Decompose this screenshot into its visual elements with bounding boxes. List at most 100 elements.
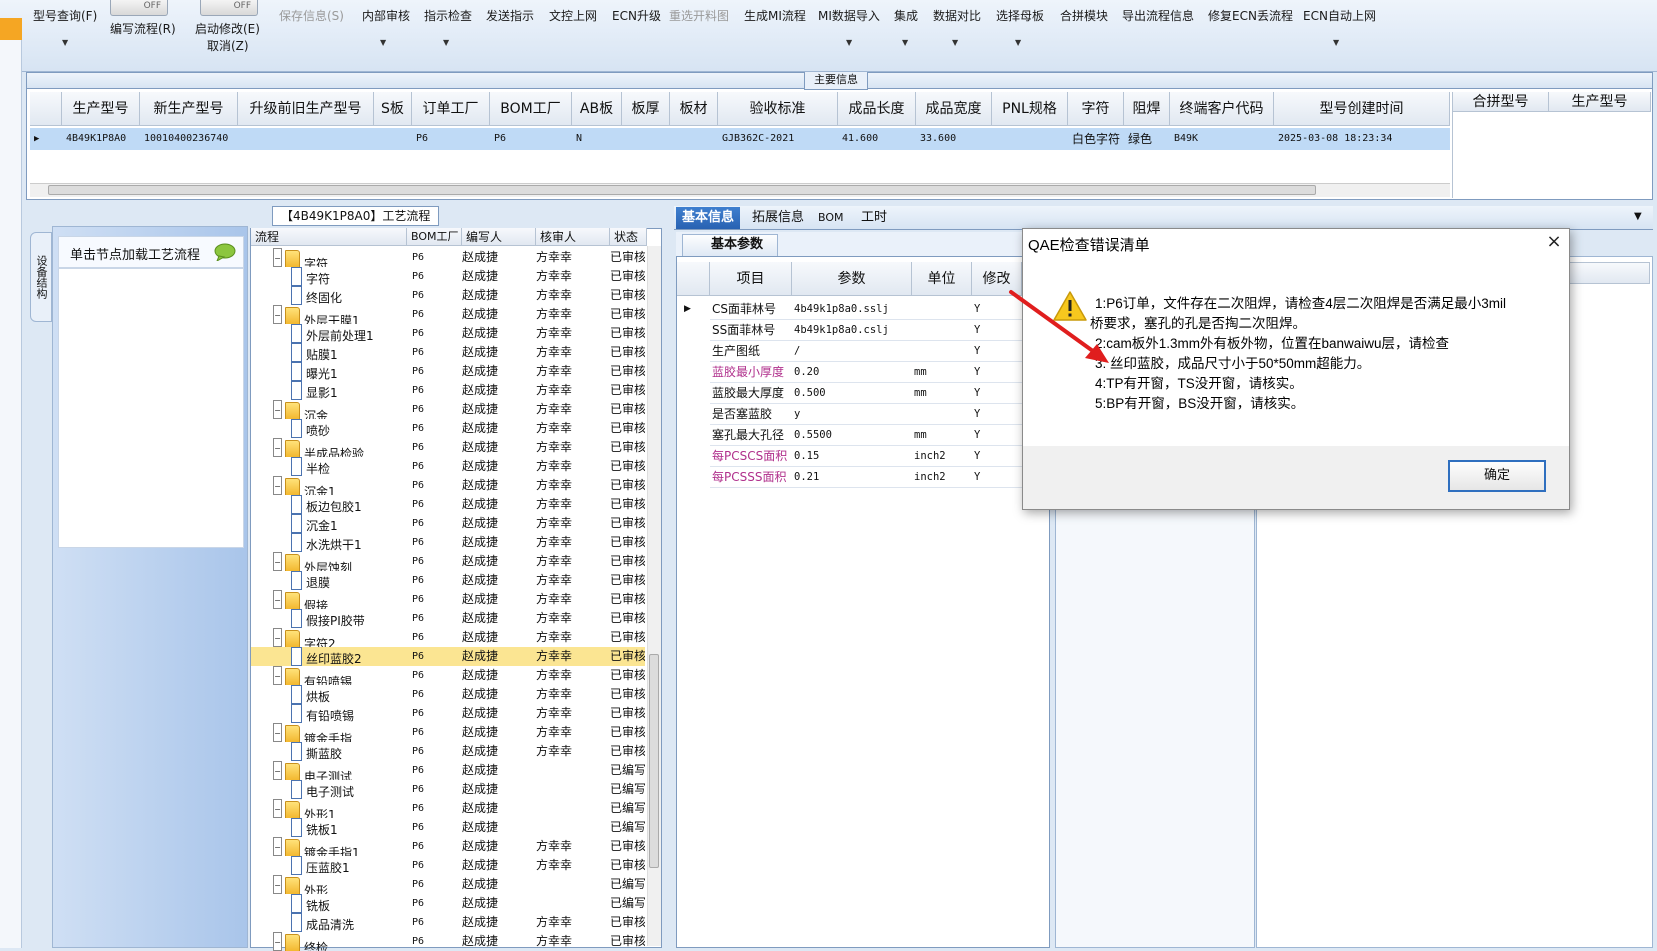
write-process-button[interactable]: 编写流程(R) [110, 20, 176, 37]
tree-row[interactable]: − 沉金1 P6 赵成捷 方幸幸 已审核 [251, 476, 645, 495]
toggle-switch-off-2[interactable]: OFF [200, 0, 258, 16]
param-row[interactable]: 蓝胶最小厚度 0.20 mm Y [710, 361, 1050, 383]
subtab-basic-params[interactable]: 基本参数 [682, 234, 779, 256]
tree-row[interactable]: 铣板1 P6 赵成捷 已编写 [251, 818, 645, 837]
col-header[interactable]: S板 [374, 92, 412, 126]
param-row[interactable]: 是否塞蓝胶 y Y [710, 403, 1050, 425]
col-header[interactable]: 生产型号 [62, 92, 140, 126]
param-row[interactable]: CS面菲林号 4b49k1p8a0.sslj Y [710, 298, 1050, 320]
col-header[interactable]: 验收标准 [718, 92, 838, 126]
merge-module-button[interactable]: 合拼模块 [1060, 7, 1108, 24]
tree-row[interactable]: 压蓝胶1 P6 赵成捷 方幸幸 已审核 [251, 856, 645, 875]
ecn-auto-online-button[interactable]: ECN自动上网 [1303, 7, 1376, 24]
tree-row[interactable]: − 外层蚀刻 P6 赵成捷 方幸幸 已审核 [251, 552, 645, 571]
table-cell[interactable]: 绿色 [1124, 128, 1170, 150]
table-cell[interactable]: B49K [1170, 128, 1274, 150]
tree-row[interactable]: − 外形1 P6 赵成捷 已编写 [251, 799, 645, 818]
chevron-down-icon[interactable]: ▼ [902, 38, 908, 47]
table-cell[interactable]: P6 [490, 128, 572, 150]
table-cell[interactable]: N [572, 128, 622, 150]
tab-bom[interactable]: BOM [812, 207, 850, 229]
param-col-header[interactable]: 参数 [792, 262, 912, 296]
data-compare-button[interactable]: 数据对比 [933, 7, 981, 24]
collapse-icon[interactable]: − [273, 932, 282, 951]
tree-row[interactable]: 铣板 P6 赵成捷 已编写 [251, 894, 645, 913]
tree-col-header[interactable]: 状态 [610, 228, 647, 246]
internal-audit-button[interactable]: 内部审核 [362, 7, 410, 24]
col-header[interactable]: 板材 [670, 92, 718, 126]
tree-row[interactable]: 成品清洗 P6 赵成捷 方幸幸 已审核 [251, 913, 645, 932]
instruction-check-button[interactable]: 指示检查 [424, 7, 472, 24]
tree-row[interactable]: 水洗烘干1 P6 赵成捷 方幸幸 已审核 [251, 533, 645, 552]
col-header[interactable]: 板厚 [622, 92, 670, 126]
table-cell[interactable]: P6 [412, 128, 490, 150]
tree-row[interactable]: − 假接 P6 赵成捷 方幸幸 已审核 [251, 590, 645, 609]
tree-row[interactable]: 半检 P6 赵成捷 方幸幸 已审核 [251, 457, 645, 476]
table-cell[interactable]: 33.600 [916, 128, 992, 150]
tree-row[interactable]: − 镀金手指 P6 赵成捷 方幸幸 已审核 [251, 723, 645, 742]
tree-col-header[interactable]: 流程 [251, 228, 407, 246]
tree-row[interactable]: − 镀金手指1 P6 赵成捷 方幸幸 已审核 [251, 837, 645, 856]
table-cell[interactable] [670, 128, 718, 150]
ok-button[interactable]: 确定 [1448, 460, 1546, 492]
tree-row[interactable]: 电子测试 P6 赵成捷 已编写 [251, 780, 645, 799]
send-instruction-button[interactable]: 发送指示 [486, 7, 534, 24]
tree-row[interactable]: 终固化 P6 赵成捷 方幸幸 已审核 [251, 286, 645, 305]
param-value[interactable]: 0.5500 [794, 424, 912, 446]
param-value[interactable]: 4b49k1p8a0.cslj [794, 319, 912, 341]
chevron-down-icon[interactable]: ▼ [1333, 38, 1339, 47]
param-modify[interactable]: Y [974, 466, 1014, 488]
scrollbar-thumb[interactable] [48, 185, 1316, 195]
tree-row[interactable]: 烘板 P6 赵成捷 方幸幸 已审核 [251, 685, 645, 704]
tree-row[interactable]: − 沉金 P6 赵成捷 方幸幸 已审核 [251, 400, 645, 419]
tree-row[interactable]: 撕蓝胶 P6 赵成捷 方幸幸 已审核 [251, 742, 645, 761]
chevron-down-icon[interactable]: ▼ [1015, 38, 1021, 47]
collapse-icon[interactable]: − [273, 875, 282, 894]
param-row[interactable]: SS面菲林号 4b49k1p8a0.cslj Y [710, 319, 1050, 341]
col-header[interactable]: 订单工厂 [412, 92, 490, 126]
param-col-header[interactable]: 项目 [710, 262, 792, 296]
tree-col-header[interactable]: 编写人 [462, 228, 536, 246]
tree-row[interactable]: 丝印蓝胶2 P6 赵成捷 方幸幸 已审核 [251, 647, 645, 666]
chevron-down-icon[interactable]: ▼ [62, 38, 68, 47]
start-edit-button[interactable]: 启动修改(E) [195, 20, 260, 37]
param-value[interactable]: / [794, 340, 912, 362]
chevron-down-icon[interactable]: ▼ [443, 38, 449, 47]
tree-row[interactable]: − 字符 P6 赵成捷 方幸幸 已审核 [251, 248, 645, 267]
fix-ecn-lost-process-button[interactable]: 修复ECN丢流程 [1208, 7, 1293, 24]
param-modify[interactable]: Y [974, 382, 1014, 404]
tree-row[interactable]: 贴膜1 P6 赵成捷 方幸幸 已审核 [251, 343, 645, 362]
collapse-icon[interactable]: − [273, 761, 282, 780]
tree-row[interactable]: 板边包胶1 P6 赵成捷 方幸幸 已审核 [251, 495, 645, 514]
param-modify[interactable]: Y [974, 424, 1014, 446]
collapse-icon[interactable]: − [273, 628, 282, 647]
col-header[interactable]: 阻焊 [1124, 92, 1170, 126]
param-modify[interactable]: Y [974, 403, 1014, 425]
tree-row[interactable]: 曝光1 P6 赵成捷 方幸幸 已审核 [251, 362, 645, 381]
tree-row[interactable]: − 外层干膜1 P6 赵成捷 方幸幸 已审核 [251, 305, 645, 324]
col-header[interactable]: 新生产型号 [140, 92, 238, 126]
tree-row[interactable]: 外层前处理1 P6 赵成捷 方幸幸 已审核 [251, 324, 645, 343]
col-header[interactable]: PNL规格 [992, 92, 1068, 126]
tree-row[interactable]: − 外形 P6 赵成捷 已编写 [251, 875, 645, 894]
param-value[interactable]: 0.500 [794, 382, 912, 404]
tab-basic-info[interactable]: 基本信息 [676, 207, 741, 229]
param-modify[interactable]: Y [974, 445, 1014, 467]
export-process-info-button[interactable]: 导出流程信息 [1122, 7, 1194, 24]
table-cell[interactable] [374, 128, 412, 150]
collapse-icon[interactable]: − [273, 590, 282, 609]
tree-row[interactable]: 有铅喷锡 P6 赵成捷 方幸幸 已审核 [251, 704, 645, 723]
ecn-upgrade-button[interactable]: ECN升级 [612, 7, 661, 24]
scrollbar-thumb[interactable] [649, 654, 659, 868]
side-tab-structure[interactable]: 设备结构 [30, 232, 52, 322]
query-model-button[interactable]: 型号查询(F) [33, 7, 97, 24]
table-cell[interactable] [238, 128, 374, 150]
doc-control-online-button[interactable]: 文控上网 [549, 7, 597, 24]
collapse-icon[interactable]: − [273, 552, 282, 571]
tab-man-hours[interactable]: 工时 [855, 207, 893, 229]
table-cell[interactable]: 4B49K1P8A0 [62, 128, 140, 150]
param-row[interactable]: 塞孔最大孔径 0.5500 mm Y [710, 424, 1050, 446]
tree-row[interactable]: 显影1 P6 赵成捷 方幸幸 已审核 [251, 381, 645, 400]
table-cell[interactable] [622, 128, 670, 150]
col-header[interactable]: 生产型号 [1549, 92, 1651, 112]
